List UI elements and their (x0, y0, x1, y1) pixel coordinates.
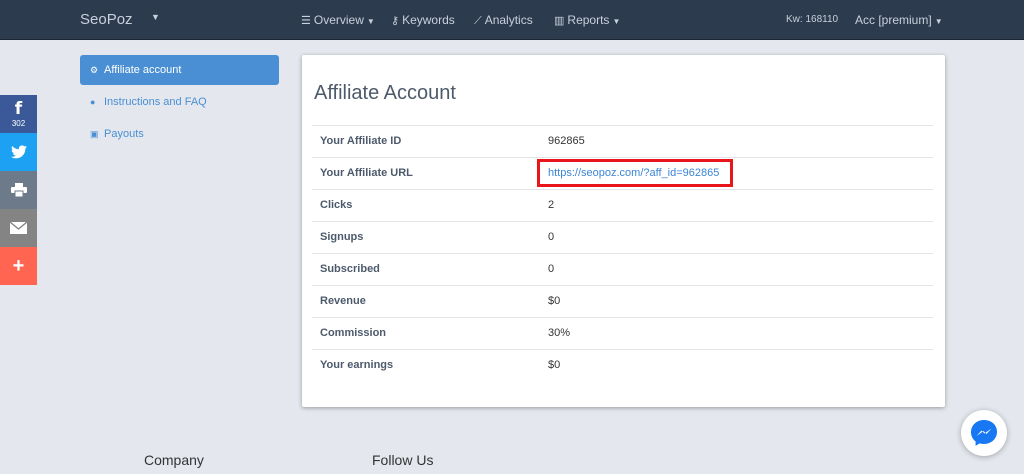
sidebar-item-instructions-faq[interactable]: ● Instructions and FAQ (90, 96, 207, 108)
table-row: Your Affiliate ID 962865 (312, 125, 933, 157)
money-icon: ▣ (90, 129, 99, 139)
envelope-icon (10, 222, 27, 234)
sidebar-item-affiliate-account[interactable]: ⚙ Affiliate account (80, 55, 279, 85)
nav-reports[interactable]: ▥ Reports ▼ (554, 13, 620, 27)
share-print-button[interactable] (0, 171, 37, 209)
share-more-button[interactable]: + (0, 247, 37, 285)
footer-follow-heading: Follow Us (372, 452, 434, 468)
brand-logo[interactable]: SeoPoz (80, 11, 133, 28)
row-label: Commission (320, 327, 387, 339)
menu-icon: ☰ (301, 15, 311, 27)
brand-caret-icon[interactable]: ▼ (151, 12, 160, 22)
twitter-icon (10, 145, 27, 159)
affiliate-id-value: 962865 (548, 135, 585, 147)
affiliate-url-link[interactable]: https://seopoz.com/?aff_id=962865 (548, 167, 719, 179)
account-menu[interactable]: Acc [premium] ▼ (855, 13, 943, 27)
table-row: Revenue $0 (312, 285, 933, 317)
question-circle-icon: ● (90, 97, 96, 107)
sidebar-item-label: Instructions and FAQ (104, 96, 207, 108)
affiliate-panel: Affiliate Account Your Affiliate ID 9628… (302, 55, 945, 407)
share-facebook-button[interactable]: f 302 (0, 95, 37, 133)
messenger-chat-button[interactable] (961, 410, 1007, 456)
page-title: Affiliate Account (314, 82, 456, 104)
affiliate-table: Your Affiliate ID 962865 Your Affiliate … (312, 125, 933, 381)
chart-bar-icon: ▥ (554, 15, 565, 27)
clicks-value: 2 (548, 199, 555, 211)
plus-icon: + (12, 255, 25, 277)
share-twitter-button[interactable] (0, 133, 37, 171)
sidebar-item-label: Affiliate account (104, 64, 182, 76)
top-navbar: SeoPoz ▼ ☰ Overview ▼ ⚷ Keywords ⟋ Analytics… (0, 0, 1024, 40)
nav-overview[interactable]: ☰ Overview ▼ (301, 13, 375, 27)
commission-value: 30% (548, 327, 571, 339)
row-label: Your earnings (320, 359, 394, 371)
chart-line-icon: ⟋ (474, 15, 482, 27)
table-row: Your earnings $0 (312, 349, 933, 381)
signups-value: 0 (548, 231, 555, 243)
key-icon: ⚷ (391, 15, 400, 27)
table-row: Subscribed 0 (312, 253, 933, 285)
table-row: Your Affiliate URL https://seopoz.com/?a… (312, 157, 933, 189)
row-label: Signups (320, 231, 364, 243)
row-label: Subscribed (320, 263, 380, 275)
row-label: Your Affiliate URL (320, 167, 413, 179)
earnings-value: $0 (548, 359, 561, 371)
facebook-icon: f (14, 98, 23, 119)
nav-keywords[interactable]: ⚷ Keywords (391, 13, 455, 27)
revenue-value: $0 (548, 295, 561, 307)
keyword-count: Kw: 168110 (786, 14, 839, 25)
chevron-down-icon: ▼ (612, 17, 621, 26)
table-row: Clicks 2 (312, 189, 933, 221)
share-email-button[interactable] (0, 209, 37, 247)
footer-company-heading: Company (144, 452, 204, 468)
sidebar-item-payouts[interactable]: ▣ Payouts (90, 128, 144, 140)
facebook-share-count: 302 (11, 118, 26, 128)
messenger-icon (971, 420, 997, 446)
chevron-down-icon: ▼ (366, 17, 375, 26)
chevron-down-icon: ▼ (934, 17, 943, 26)
print-icon (10, 183, 27, 197)
table-row: Commission 30% (312, 317, 933, 349)
gear-icon: ⚙ (90, 65, 99, 75)
row-label: Revenue (320, 295, 366, 307)
table-row: Signups 0 (312, 221, 933, 253)
nav-analytics[interactable]: ⟋ Analytics (474, 13, 533, 28)
sidebar-item-label: Payouts (104, 128, 144, 140)
subscribed-value: 0 (548, 263, 555, 275)
row-label: Your Affiliate ID (320, 135, 402, 147)
row-label: Clicks (320, 199, 353, 211)
